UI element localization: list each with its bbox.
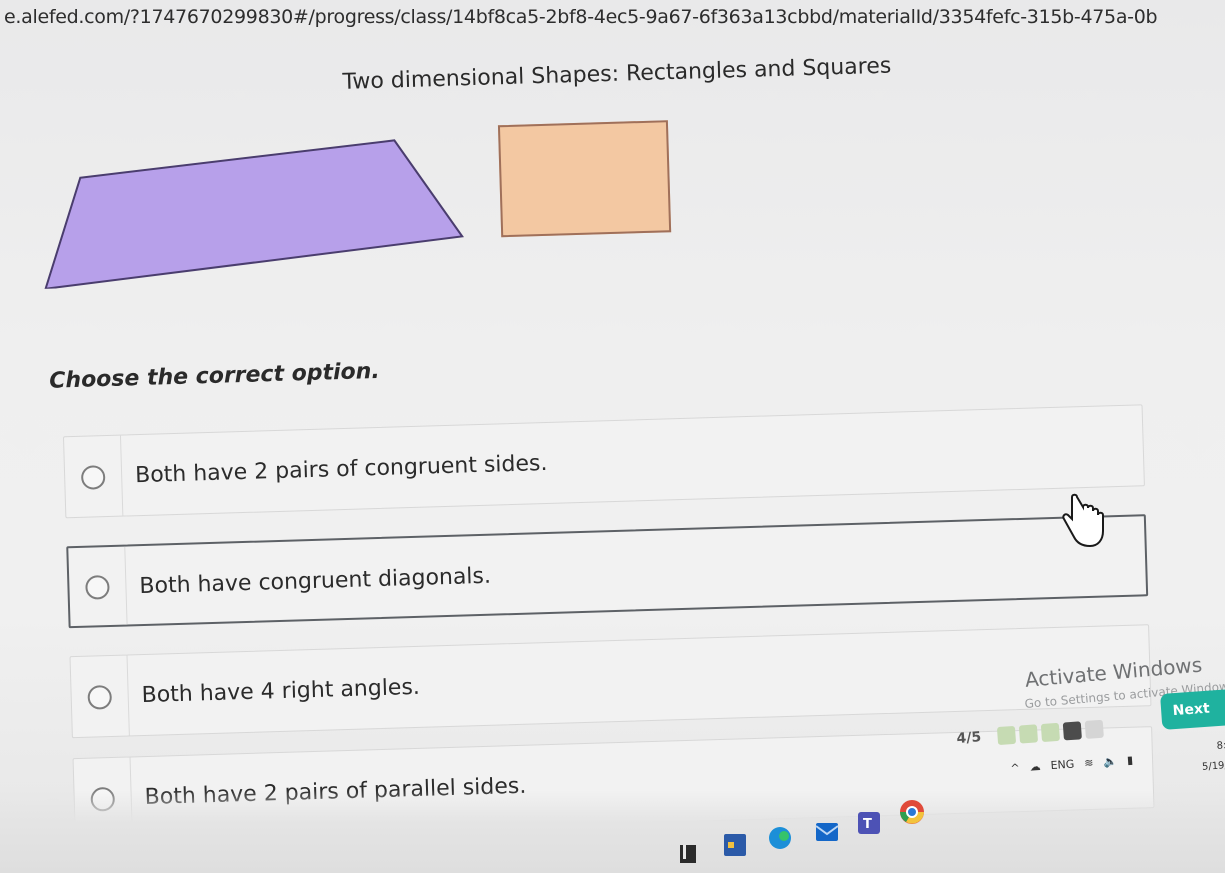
radio-button[interactable]: [85, 575, 110, 600]
volume-icon[interactable]: 🔈: [1103, 755, 1118, 769]
radio-cell: [68, 546, 128, 627]
progress-segment: [1040, 722, 1060, 743]
file-explorer-icon[interactable]: [680, 845, 696, 863]
language-indicator[interactable]: ENG: [1050, 758, 1075, 773]
teams-app-icon[interactable]: T: [858, 812, 880, 834]
wifi-icon[interactable]: ≋: [1084, 756, 1094, 770]
weather-icon[interactable]: ☁: [1029, 760, 1041, 774]
calendar-app-icon[interactable]: [724, 834, 746, 856]
lesson-title: Two dimensional Shapes: Rectangles and S…: [342, 53, 892, 95]
option-label: Both have congruent diagonals.: [139, 563, 492, 600]
taskbar-icons: T: [680, 800, 924, 863]
progress-segment-current: [1062, 721, 1082, 741]
rectangle-shape: [497, 120, 672, 238]
progress-segment: [1084, 719, 1104, 739]
question-prompt: Choose the correct option.: [48, 358, 381, 394]
option-label: Both have 4 right angles.: [141, 674, 421, 709]
trapezoid-shape: [44, 139, 464, 289]
radio-button[interactable]: [80, 465, 106, 490]
next-button[interactable]: Next: [1160, 687, 1225, 730]
mail-app-icon[interactable]: [815, 823, 839, 841]
svg-text:T: T: [863, 817, 872, 832]
edge-browser-icon[interactable]: [769, 827, 791, 849]
option-1[interactable]: Both have 2 pairs of congruent sides.: [62, 404, 1145, 519]
clock[interactable]: 8:1 5/19/2: [1200, 736, 1225, 778]
option-3[interactable]: Both have 4 right angles.: [69, 624, 1152, 739]
clock-time: 8:1: [1216, 739, 1225, 752]
chrome-browser-icon[interactable]: [900, 800, 924, 824]
progress-segment: [1018, 724, 1038, 744]
radio-button[interactable]: [87, 684, 113, 710]
option-2[interactable]: Both have congruent diagonals.: [66, 514, 1149, 629]
radio-cell: [64, 435, 124, 518]
taskbar: [0, 790, 1225, 873]
option-label: Both have 2 pairs of congruent sides.: [134, 450, 548, 489]
radio-cell: [70, 655, 130, 738]
hand-cursor-icon: [1062, 493, 1104, 548]
clock-date: 5/19/2: [1201, 759, 1225, 773]
battery-icon[interactable]: ▮: [1127, 753, 1134, 766]
progress-segment: [996, 725, 1016, 746]
progress-text: 4/5: [956, 729, 982, 747]
chevron-up-icon[interactable]: ^: [1010, 761, 1020, 775]
